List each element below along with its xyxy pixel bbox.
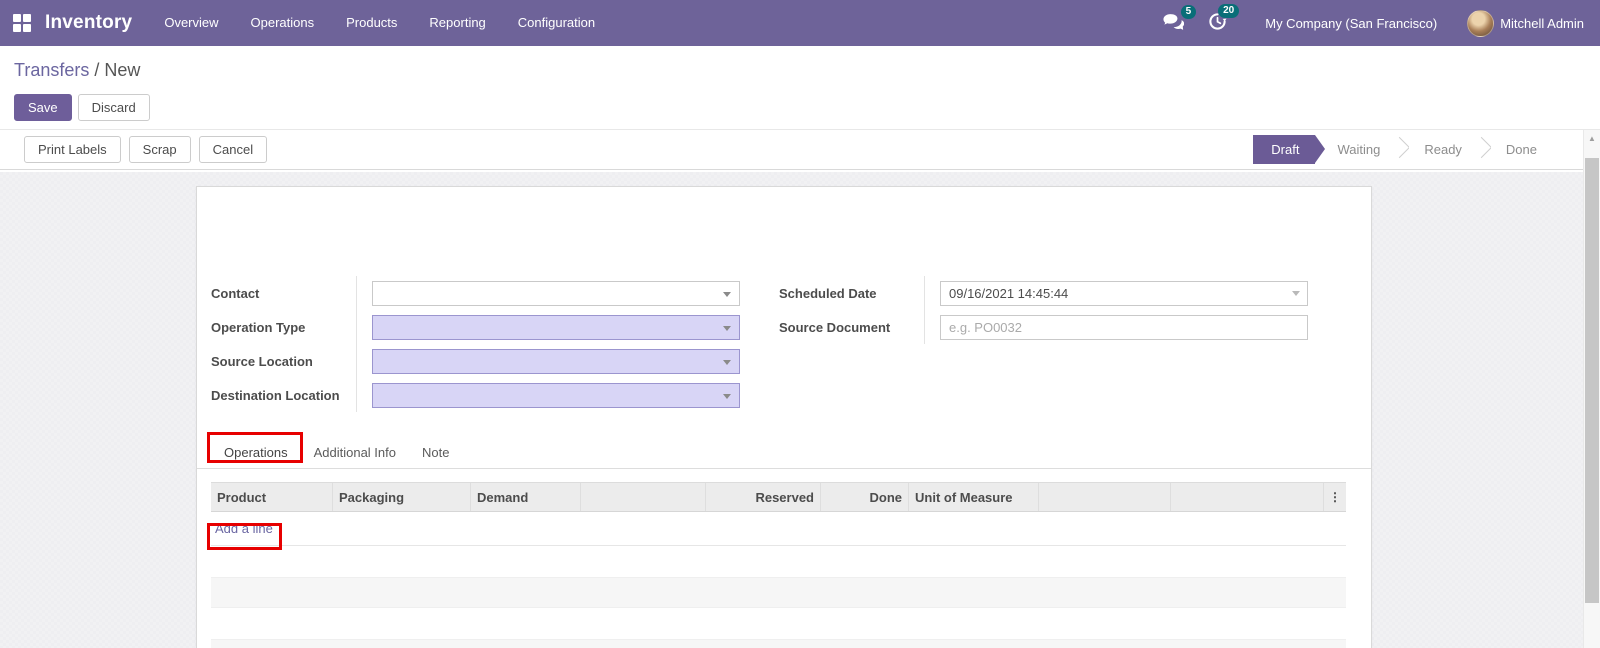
main-menu: Overview Operations Products Reporting C… — [148, 0, 611, 46]
discard-button[interactable]: Discard — [77, 94, 150, 121]
cancel-button[interactable]: Cancel — [198, 136, 268, 163]
activities-badge: 20 — [1218, 4, 1240, 18]
form-statusbar-row: Print Labels Scrap Cancel Draft Waiting … — [0, 129, 1600, 170]
column-header-reserved[interactable]: Reserved — [706, 483, 821, 511]
source-location-label: Source Location — [211, 353, 313, 369]
save-button[interactable]: Save — [14, 94, 72, 121]
user-avatar[interactable] — [1467, 9, 1495, 37]
messages-badge: 5 — [1180, 4, 1197, 19]
status-step-draft[interactable]: Draft — [1253, 135, 1326, 164]
scroll-up-arrow-icon[interactable]: ▲ — [1584, 130, 1600, 147]
page-background: Contact Operation Type Source Location D… — [0, 172, 1600, 648]
breadcrumb-separator: / — [89, 60, 105, 80]
column-header-empty — [1171, 483, 1324, 511]
source-location-field[interactable] — [372, 348, 740, 374]
column-header-demand[interactable]: Demand — [471, 483, 581, 511]
control-panel: Transfers / New Save Discard — [0, 46, 1600, 129]
tab-operations[interactable]: Operations — [211, 438, 301, 468]
source-document-label: Source Document — [779, 319, 891, 335]
table-header-row: Product Packaging Demand Reserved Done U… — [211, 482, 1346, 512]
caret-down-icon — [723, 393, 731, 399]
breadcrumb-current: New — [104, 60, 141, 80]
tab-note[interactable]: Note — [409, 438, 462, 468]
vertical-scrollbar[interactable]: ▲ — [1583, 130, 1600, 648]
activities-button[interactable]: 20 — [1208, 4, 1240, 34]
column-header-empty — [1039, 483, 1171, 511]
form-left-column: Contact Operation Type Source Location D… — [211, 276, 756, 412]
menu-products[interactable]: Products — [330, 0, 413, 46]
empty-row — [211, 608, 1346, 639]
menu-overview[interactable]: Overview — [148, 0, 234, 46]
column-header-empty — [581, 483, 706, 511]
destination-location-field[interactable] — [372, 382, 740, 408]
menu-reporting[interactable]: Reporting — [413, 0, 501, 46]
apps-grid-icon[interactable] — [13, 14, 31, 32]
add-a-line-link[interactable]: Add a line — [215, 521, 273, 536]
breadcrumb: Transfers / New — [14, 58, 1586, 82]
user-menu[interactable]: Mitchell Admin — [1500, 16, 1584, 31]
status-pipeline: Draft Waiting Ready Done — [1253, 135, 1552, 164]
source-document-input[interactable] — [940, 314, 1308, 340]
empty-row — [211, 546, 1346, 577]
scrap-button[interactable]: Scrap — [128, 136, 191, 163]
column-header-product[interactable]: Product — [211, 483, 333, 511]
table-add-row: Add a line — [211, 512, 1346, 546]
contact-field[interactable] — [372, 280, 740, 306]
caret-down-icon — [723, 291, 731, 297]
form-right-column: Scheduled Date Source Document — [779, 276, 1339, 344]
caret-down-icon — [723, 325, 731, 331]
company-switcher[interactable]: My Company (San Francisco) — [1265, 16, 1437, 31]
caret-down-icon — [1292, 290, 1300, 296]
status-step-waiting[interactable]: Waiting — [1315, 135, 1396, 164]
column-header-unit-of-measure[interactable]: Unit of Measure — [909, 483, 1039, 511]
column-header-done[interactable]: Done — [821, 483, 909, 511]
operation-type-label: Operation Type — [211, 319, 306, 335]
messages-button[interactable]: 5 — [1163, 4, 1197, 34]
menu-operations[interactable]: Operations — [235, 0, 331, 46]
destination-location-label: Destination Location — [211, 387, 340, 403]
caret-down-icon — [723, 359, 731, 365]
status-step-ready[interactable]: Ready — [1409, 135, 1477, 164]
status-chevron-separator — [1477, 135, 1491, 164]
breadcrumb-transfers-link[interactable]: Transfers — [14, 60, 89, 80]
form-sheet: Contact Operation Type Source Location D… — [196, 186, 1372, 648]
top-navbar: Inventory Overview Operations Products R… — [0, 0, 1600, 46]
scrollbar-thumb[interactable] — [1585, 158, 1599, 603]
scheduled-date-input[interactable] — [940, 280, 1308, 306]
contact-label: Contact — [211, 285, 260, 301]
print-labels-button[interactable]: Print Labels — [24, 136, 121, 163]
empty-row — [211, 639, 1346, 648]
operation-type-field[interactable] — [372, 314, 740, 340]
status-step-done[interactable]: Done — [1490, 135, 1552, 164]
optional-columns-icon[interactable]: ⋮ — [1329, 491, 1341, 503]
notebook-tabs: Operations Additional Info Note — [197, 438, 1371, 469]
empty-row — [211, 577, 1346, 608]
column-header-packaging[interactable]: Packaging — [333, 483, 471, 511]
scheduled-date-label: Scheduled Date — [779, 285, 877, 301]
app-title: Inventory — [45, 12, 133, 33]
operations-table: Product Packaging Demand Reserved Done U… — [211, 482, 1346, 648]
status-chevron-separator — [1395, 135, 1409, 164]
tab-additional-info[interactable]: Additional Info — [301, 438, 409, 468]
menu-configuration[interactable]: Configuration — [502, 0, 611, 46]
